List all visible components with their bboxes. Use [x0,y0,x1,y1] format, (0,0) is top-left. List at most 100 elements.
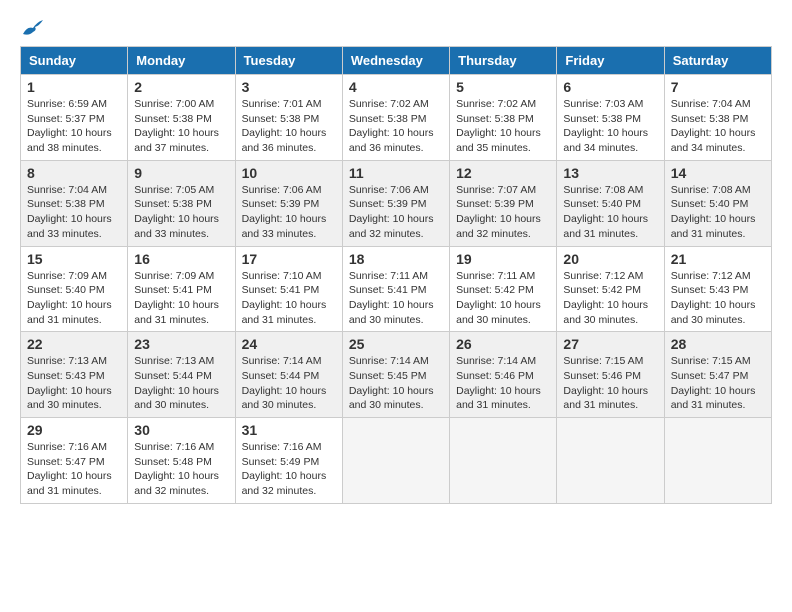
day-number: 9 [134,165,228,181]
day-info: Sunrise: 7:04 AM Sunset: 5:38 PM Dayligh… [27,183,121,242]
day-info: Sunrise: 7:10 AM Sunset: 5:41 PM Dayligh… [242,269,336,328]
weekday-header: Saturday [664,47,771,75]
calendar-day-cell [664,418,771,504]
calendar-day-cell: 24 Sunrise: 7:14 AM Sunset: 5:44 PM Dayl… [235,332,342,418]
day-number: 11 [349,165,443,181]
day-number: 15 [27,251,121,267]
day-number: 5 [456,79,550,95]
calendar-day-cell: 16 Sunrise: 7:09 AM Sunset: 5:41 PM Dayl… [128,246,235,332]
day-number: 12 [456,165,550,181]
weekday-header: Monday [128,47,235,75]
calendar-day-cell: 2 Sunrise: 7:00 AM Sunset: 5:38 PM Dayli… [128,75,235,161]
calendar-week-row: 1 Sunrise: 6:59 AM Sunset: 5:37 PM Dayli… [21,75,772,161]
calendar-day-cell [557,418,664,504]
day-info: Sunrise: 7:06 AM Sunset: 5:39 PM Dayligh… [242,183,336,242]
weekday-header: Thursday [450,47,557,75]
day-info: Sunrise: 7:01 AM Sunset: 5:38 PM Dayligh… [242,97,336,156]
day-info: Sunrise: 7:16 AM Sunset: 5:48 PM Dayligh… [134,440,228,499]
day-info: Sunrise: 6:59 AM Sunset: 5:37 PM Dayligh… [27,97,121,156]
calendar-day-cell: 15 Sunrise: 7:09 AM Sunset: 5:40 PM Dayl… [21,246,128,332]
logo [20,20,44,36]
day-info: Sunrise: 7:09 AM Sunset: 5:40 PM Dayligh… [27,269,121,328]
calendar-week-row: 22 Sunrise: 7:13 AM Sunset: 5:43 PM Dayl… [21,332,772,418]
calendar-day-cell: 21 Sunrise: 7:12 AM Sunset: 5:43 PM Dayl… [664,246,771,332]
day-info: Sunrise: 7:08 AM Sunset: 5:40 PM Dayligh… [563,183,657,242]
calendar-day-cell: 7 Sunrise: 7:04 AM Sunset: 5:38 PM Dayli… [664,75,771,161]
day-number: 31 [242,422,336,438]
day-number: 22 [27,336,121,352]
calendar-day-cell: 22 Sunrise: 7:13 AM Sunset: 5:43 PM Dayl… [21,332,128,418]
calendar-day-cell: 5 Sunrise: 7:02 AM Sunset: 5:38 PM Dayli… [450,75,557,161]
day-number: 27 [563,336,657,352]
day-number: 30 [134,422,228,438]
day-number: 3 [242,79,336,95]
logo-bird-icon [21,20,43,36]
calendar-day-cell: 12 Sunrise: 7:07 AM Sunset: 5:39 PM Dayl… [450,160,557,246]
day-number: 14 [671,165,765,181]
calendar-day-cell: 9 Sunrise: 7:05 AM Sunset: 5:38 PM Dayli… [128,160,235,246]
day-number: 7 [671,79,765,95]
calendar-table: SundayMondayTuesdayWednesdayThursdayFrid… [20,46,772,504]
day-number: 4 [349,79,443,95]
calendar-day-cell: 6 Sunrise: 7:03 AM Sunset: 5:38 PM Dayli… [557,75,664,161]
calendar-day-cell: 30 Sunrise: 7:16 AM Sunset: 5:48 PM Dayl… [128,418,235,504]
calendar-day-cell: 27 Sunrise: 7:15 AM Sunset: 5:46 PM Dayl… [557,332,664,418]
day-number: 24 [242,336,336,352]
calendar-week-row: 8 Sunrise: 7:04 AM Sunset: 5:38 PM Dayli… [21,160,772,246]
day-info: Sunrise: 7:02 AM Sunset: 5:38 PM Dayligh… [456,97,550,156]
day-info: Sunrise: 7:13 AM Sunset: 5:44 PM Dayligh… [134,354,228,413]
day-number: 6 [563,79,657,95]
day-number: 29 [27,422,121,438]
calendar-day-cell: 28 Sunrise: 7:15 AM Sunset: 5:47 PM Dayl… [664,332,771,418]
day-info: Sunrise: 7:16 AM Sunset: 5:47 PM Dayligh… [27,440,121,499]
calendar-day-cell [342,418,449,504]
calendar-day-cell: 26 Sunrise: 7:14 AM Sunset: 5:46 PM Dayl… [450,332,557,418]
day-info: Sunrise: 7:04 AM Sunset: 5:38 PM Dayligh… [671,97,765,156]
calendar-day-cell: 18 Sunrise: 7:11 AM Sunset: 5:41 PM Dayl… [342,246,449,332]
day-number: 19 [456,251,550,267]
weekday-header: Wednesday [342,47,449,75]
calendar-day-cell: 1 Sunrise: 6:59 AM Sunset: 5:37 PM Dayli… [21,75,128,161]
calendar-week-row: 15 Sunrise: 7:09 AM Sunset: 5:40 PM Dayl… [21,246,772,332]
day-info: Sunrise: 7:14 AM Sunset: 5:46 PM Dayligh… [456,354,550,413]
day-info: Sunrise: 7:13 AM Sunset: 5:43 PM Dayligh… [27,354,121,413]
calendar-week-row: 29 Sunrise: 7:16 AM Sunset: 5:47 PM Dayl… [21,418,772,504]
day-number: 25 [349,336,443,352]
day-number: 21 [671,251,765,267]
calendar-day-cell: 23 Sunrise: 7:13 AM Sunset: 5:44 PM Dayl… [128,332,235,418]
day-info: Sunrise: 7:02 AM Sunset: 5:38 PM Dayligh… [349,97,443,156]
day-info: Sunrise: 7:16 AM Sunset: 5:49 PM Dayligh… [242,440,336,499]
calendar-header-row: SundayMondayTuesdayWednesdayThursdayFrid… [21,47,772,75]
day-info: Sunrise: 7:07 AM Sunset: 5:39 PM Dayligh… [456,183,550,242]
day-number: 20 [563,251,657,267]
calendar-day-cell: 31 Sunrise: 7:16 AM Sunset: 5:49 PM Dayl… [235,418,342,504]
calendar-day-cell: 29 Sunrise: 7:16 AM Sunset: 5:47 PM Dayl… [21,418,128,504]
calendar-day-cell: 17 Sunrise: 7:10 AM Sunset: 5:41 PM Dayl… [235,246,342,332]
calendar-day-cell: 10 Sunrise: 7:06 AM Sunset: 5:39 PM Dayl… [235,160,342,246]
day-info: Sunrise: 7:11 AM Sunset: 5:41 PM Dayligh… [349,269,443,328]
calendar-day-cell: 19 Sunrise: 7:11 AM Sunset: 5:42 PM Dayl… [450,246,557,332]
calendar-day-cell: 20 Sunrise: 7:12 AM Sunset: 5:42 PM Dayl… [557,246,664,332]
day-number: 13 [563,165,657,181]
day-number: 8 [27,165,121,181]
calendar-day-cell: 25 Sunrise: 7:14 AM Sunset: 5:45 PM Dayl… [342,332,449,418]
day-number: 26 [456,336,550,352]
day-info: Sunrise: 7:12 AM Sunset: 5:43 PM Dayligh… [671,269,765,328]
day-number: 16 [134,251,228,267]
calendar-day-cell: 13 Sunrise: 7:08 AM Sunset: 5:40 PM Dayl… [557,160,664,246]
day-info: Sunrise: 7:05 AM Sunset: 5:38 PM Dayligh… [134,183,228,242]
day-number: 1 [27,79,121,95]
day-number: 28 [671,336,765,352]
calendar-day-cell: 11 Sunrise: 7:06 AM Sunset: 5:39 PM Dayl… [342,160,449,246]
day-info: Sunrise: 7:14 AM Sunset: 5:44 PM Dayligh… [242,354,336,413]
weekday-header: Friday [557,47,664,75]
calendar-day-cell [450,418,557,504]
calendar-day-cell: 8 Sunrise: 7:04 AM Sunset: 5:38 PM Dayli… [21,160,128,246]
weekday-header: Tuesday [235,47,342,75]
day-info: Sunrise: 7:14 AM Sunset: 5:45 PM Dayligh… [349,354,443,413]
calendar-day-cell: 4 Sunrise: 7:02 AM Sunset: 5:38 PM Dayli… [342,75,449,161]
day-info: Sunrise: 7:00 AM Sunset: 5:38 PM Dayligh… [134,97,228,156]
day-info: Sunrise: 7:12 AM Sunset: 5:42 PM Dayligh… [563,269,657,328]
day-number: 23 [134,336,228,352]
day-info: Sunrise: 7:15 AM Sunset: 5:47 PM Dayligh… [671,354,765,413]
